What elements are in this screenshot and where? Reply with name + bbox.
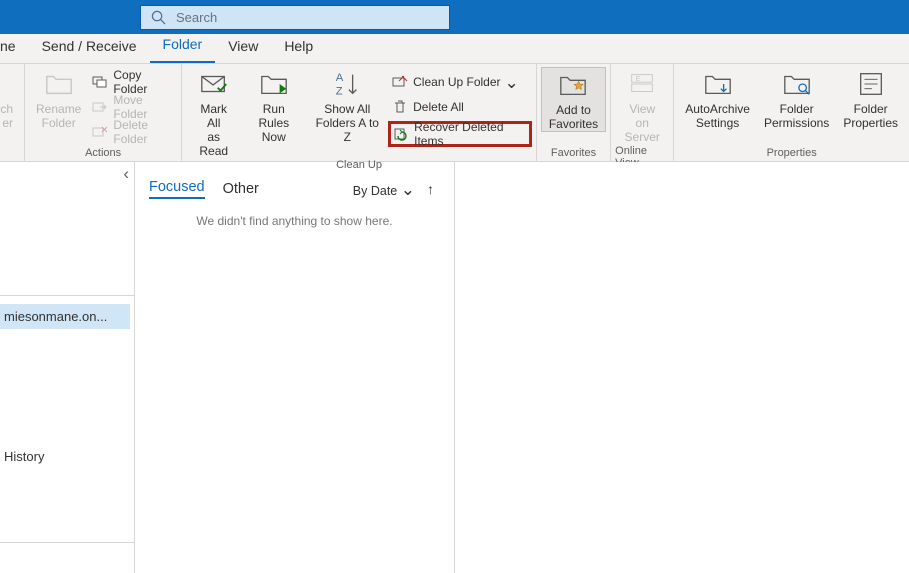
rename-folder-button: RenameFolder xyxy=(29,67,88,130)
folder-star-icon xyxy=(558,70,588,100)
nav-history-item[interactable]: History xyxy=(4,449,44,464)
delete-all-button[interactable]: Delete All xyxy=(388,96,532,118)
sort-az-icon: AZ xyxy=(332,69,362,99)
clean-up-folder-button[interactable]: Clean Up Folder ⌄ xyxy=(388,71,532,93)
delete-folder-icon xyxy=(92,124,108,140)
tab-send-receive[interactable]: Send / Receive xyxy=(29,33,150,63)
folder-properties-button[interactable]: FolderProperties xyxy=(836,67,905,130)
collapse-nav-icon[interactable]: ‹ xyxy=(123,165,129,182)
sort-button[interactable]: By Date ⌄ xyxy=(353,181,415,198)
run-rules-button[interactable]: Run RulesNow xyxy=(241,67,306,144)
tab-folder[interactable]: Folder xyxy=(150,31,216,63)
group-favorites-label: Favorites xyxy=(551,147,596,159)
svg-text:A: A xyxy=(336,72,344,84)
nav-pane: ‹ miesonmane.on... History xyxy=(0,162,135,573)
partial-button: rcher xyxy=(0,67,20,130)
mark-all-read-button[interactable]: Mark Allas Read xyxy=(186,67,241,158)
folder-play-icon xyxy=(259,69,289,99)
message-list-pane: Focused Other By Date ⌄ ↑ We didn't find… xyxy=(135,162,455,573)
tab-help[interactable]: Help xyxy=(271,33,326,63)
tab-other[interactable]: Other xyxy=(223,181,259,197)
svg-text:E: E xyxy=(636,74,641,83)
broom-folder-icon xyxy=(392,74,408,90)
copy-folder-button[interactable]: Copy Folder xyxy=(88,71,177,93)
add-to-favorites-button[interactable]: Add toFavorites xyxy=(541,67,606,132)
properties-icon xyxy=(856,69,886,99)
move-folder-button: Move Folder xyxy=(88,96,177,118)
folder-icon xyxy=(44,69,74,99)
autoarchive-button[interactable]: AutoArchiveSettings xyxy=(678,67,757,130)
group-actions-label: Actions xyxy=(85,147,121,159)
chevron-down-icon: ⌄ xyxy=(505,74,519,91)
recover-icon xyxy=(393,126,409,142)
show-all-folders-button[interactable]: AZ Show AllFolders A to Z xyxy=(306,67,388,144)
group-properties-label: Properties xyxy=(767,147,817,159)
sort-direction-button[interactable]: ↑ xyxy=(427,181,434,197)
chevron-down-icon: ⌄ xyxy=(401,180,415,199)
recover-deleted-button[interactable]: Recover Deleted Items xyxy=(388,121,532,147)
tab-partial[interactable]: ne xyxy=(0,33,29,63)
nav-account-item[interactable]: miesonmane.on... xyxy=(0,304,130,329)
tab-view[interactable]: View xyxy=(215,33,271,63)
folder-permissions-button[interactable]: FolderPermissions xyxy=(757,67,836,130)
search-input[interactable]: Search xyxy=(140,5,450,30)
view-on-server-button: E View onServer xyxy=(615,67,669,144)
trash-icon xyxy=(392,99,408,115)
empty-message: We didn't find anything to show here. xyxy=(135,204,454,228)
ribbon: rcher RenameFolder Copy Folder Move Fold… xyxy=(0,64,909,162)
copy-icon xyxy=(92,74,108,90)
search-placeholder: Search xyxy=(176,10,217,25)
svg-text:Z: Z xyxy=(336,85,343,97)
search-icon xyxy=(151,10,166,25)
delete-folder-button: Delete Folder xyxy=(88,121,177,143)
reading-pane xyxy=(455,162,909,573)
tab-focused[interactable]: Focused xyxy=(149,179,205,199)
folder-search-icon xyxy=(782,69,812,99)
server-icon: E xyxy=(627,69,657,99)
move-icon xyxy=(92,99,108,115)
ribbon-tabs: ne Send / Receive Folder View Help xyxy=(0,34,909,64)
archive-folder-icon xyxy=(703,69,733,99)
envelope-check-icon xyxy=(199,69,229,99)
